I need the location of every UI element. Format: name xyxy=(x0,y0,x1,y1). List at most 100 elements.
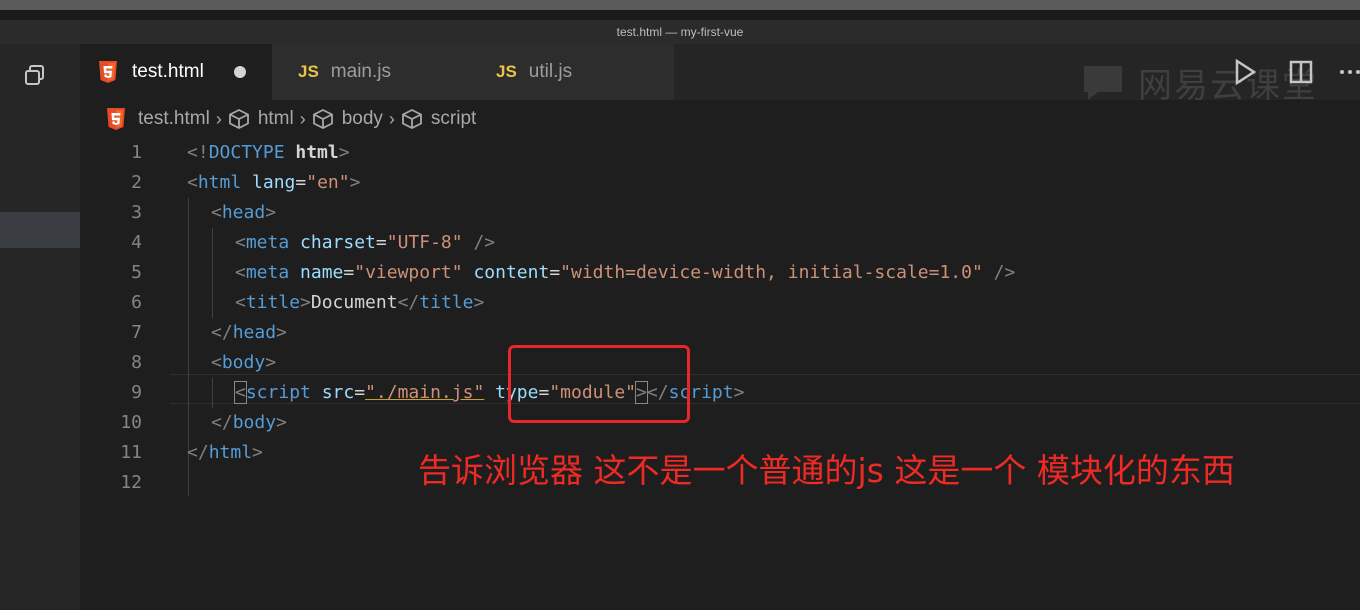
activity-bar xyxy=(0,44,80,610)
tab-util-js[interactable]: JS util.js xyxy=(472,44,674,100)
highlight-box xyxy=(508,345,690,423)
tab-label: test.html xyxy=(132,61,204,82)
cube-icon xyxy=(228,108,249,130)
token: DOCTYPE xyxy=(208,142,285,163)
token: > xyxy=(300,292,311,313)
token: = xyxy=(343,262,355,283)
code-line-7: </head> xyxy=(211,318,287,348)
token: head xyxy=(221,202,266,223)
html5-icon xyxy=(106,107,126,131)
tab-test-html[interactable]: test.html xyxy=(80,44,272,100)
token: = xyxy=(375,232,387,253)
unsaved-dot-icon[interactable] xyxy=(233,66,246,78)
chevron-right-icon: › xyxy=(388,108,395,129)
token: > xyxy=(473,292,485,313)
token: </ xyxy=(211,412,233,433)
breadcrumb-item-script[interactable]: script xyxy=(431,108,476,130)
token: "width=device-width, initial-scale=1.0" xyxy=(560,262,983,283)
code-line-4: <meta charset="UTF-8" /> xyxy=(235,228,495,258)
token: meta xyxy=(245,232,290,253)
token: html xyxy=(284,142,339,163)
token: title xyxy=(419,292,474,313)
token: body xyxy=(221,352,266,373)
token: < xyxy=(211,352,222,373)
token: = xyxy=(295,172,307,193)
html5-icon xyxy=(98,60,118,84)
code-line-11: </html> xyxy=(187,438,263,468)
token: > xyxy=(733,382,745,403)
line-number: 7 xyxy=(131,322,142,343)
token: </ xyxy=(187,442,209,463)
token: /> xyxy=(982,262,1016,283)
cube-icon xyxy=(402,108,422,130)
js-file-icon: JS xyxy=(298,62,319,81)
token: charset xyxy=(289,232,376,253)
token: < xyxy=(235,232,246,253)
token: name xyxy=(289,262,344,283)
tab-label: main.js xyxy=(330,61,391,82)
code-editor[interactable]: 1 2 3 4 5 6 7 8 9 10 11 12 <!DOCTYPE htm… xyxy=(80,138,1360,610)
activity-active-row[interactable] xyxy=(0,212,80,248)
line-number: 11 xyxy=(120,442,142,463)
netease-logo-icon xyxy=(1084,66,1122,100)
token: = xyxy=(549,262,561,283)
cube-icon xyxy=(312,108,333,130)
token: > xyxy=(276,322,287,343)
line-number: 8 xyxy=(131,352,142,373)
token: "viewport" xyxy=(354,262,463,283)
token: "./main.js" xyxy=(365,382,485,403)
line-number: 4 xyxy=(131,232,142,253)
token: script xyxy=(245,382,311,403)
breadcrumb-item-html[interactable]: html xyxy=(258,108,294,130)
token: > xyxy=(265,202,277,223)
token: Document xyxy=(310,292,398,313)
tab-main-js[interactable]: JS main.js xyxy=(272,44,472,100)
token: > xyxy=(276,412,287,433)
token: > xyxy=(349,172,361,193)
token: < xyxy=(211,202,222,223)
split-editor-icon[interactable] xyxy=(1288,58,1314,86)
token: head xyxy=(232,322,277,343)
token: </ xyxy=(211,322,233,343)
token: = xyxy=(354,382,366,403)
breadcrumb: test.html › html › body › script xyxy=(80,100,1360,138)
breadcrumb-item-body[interactable]: body xyxy=(342,108,383,130)
code-line-2: <html lang="en"> xyxy=(187,168,360,198)
chevron-right-icon: › xyxy=(215,108,222,129)
watermark: 网易云课堂 xyxy=(1080,58,1318,106)
run-icon[interactable] xyxy=(1232,58,1258,86)
code-line-3: <head> xyxy=(211,198,276,228)
chevron-right-icon: › xyxy=(299,108,306,129)
token: > xyxy=(265,352,277,373)
code-line-1: <!DOCTYPE html> xyxy=(187,138,350,168)
line-number: 1 xyxy=(131,142,142,163)
token: "en" xyxy=(306,172,350,193)
token: title xyxy=(245,292,301,313)
js-file-icon: JS xyxy=(496,62,517,81)
token: </ xyxy=(397,292,420,313)
line-number: 6 xyxy=(131,292,142,313)
code-line-10: </body> xyxy=(211,408,287,438)
line-number: 12 xyxy=(120,472,142,493)
tab-label: util.js xyxy=(528,61,573,82)
window-titlebar: test.html — my-first-vue xyxy=(0,20,1360,44)
token: "UTF-8" xyxy=(386,232,463,253)
more-actions-icon[interactable] xyxy=(1338,58,1360,86)
token: <! xyxy=(187,142,209,163)
copy-icon[interactable] xyxy=(24,64,46,86)
token: body xyxy=(232,412,277,433)
code-line-6: <title>Document</title> xyxy=(235,288,484,318)
token: src xyxy=(310,382,355,403)
line-number: 2 xyxy=(131,172,142,193)
token: html xyxy=(197,172,242,193)
token: content xyxy=(462,262,550,283)
token: < xyxy=(234,381,247,404)
token: /> xyxy=(462,232,496,253)
token: html xyxy=(208,442,253,463)
breadcrumb-item-file[interactable]: test.html xyxy=(138,108,210,130)
indent-guide xyxy=(212,228,213,318)
top-strip xyxy=(0,0,1360,10)
indent-guide xyxy=(212,378,213,408)
token: > xyxy=(252,442,263,463)
token: > xyxy=(338,142,350,163)
